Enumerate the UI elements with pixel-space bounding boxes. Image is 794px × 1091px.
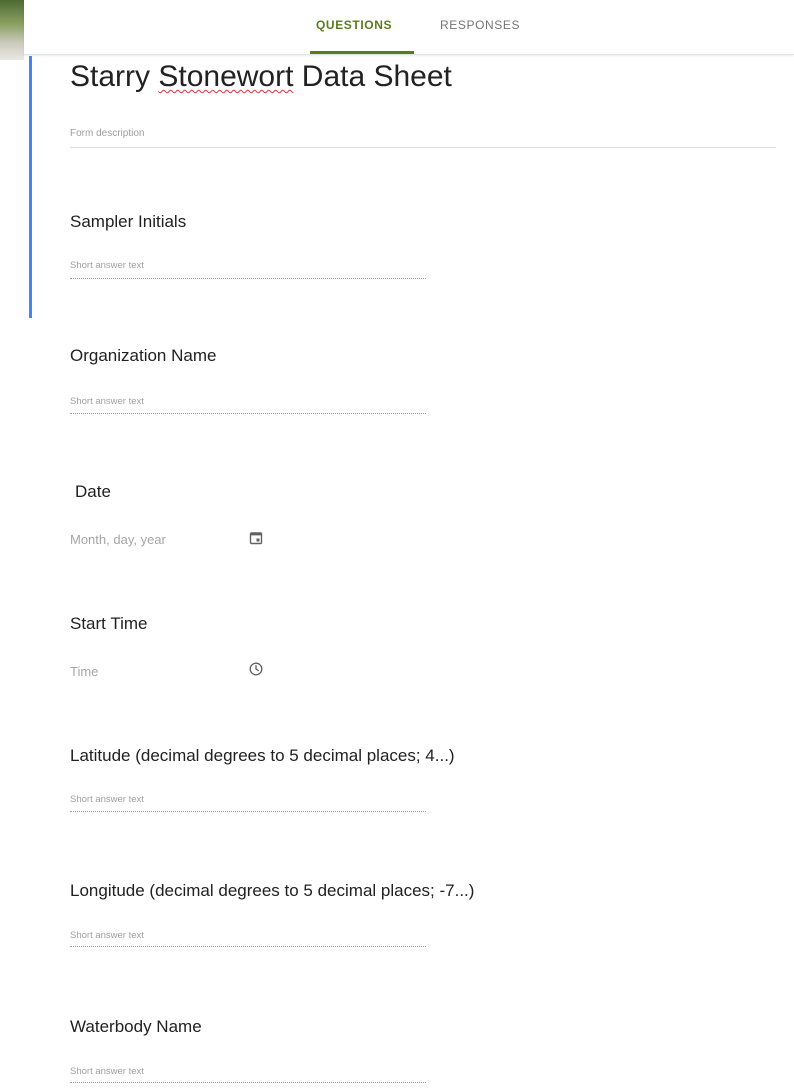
date-placeholder: Month, day, year <box>70 532 166 547</box>
short-answer-line <box>70 413 426 414</box>
calendar-icon <box>249 531 263 545</box>
form-title-part: Data Sheet <box>293 60 452 93</box>
question-title[interactable]: Sampler Initials <box>70 212 186 232</box>
tab-responses[interactable]: RESPONSES <box>440 18 520 32</box>
question-title[interactable]: Organization Name <box>70 346 216 366</box>
tab-bar: QUESTIONS RESPONSES <box>24 0 794 55</box>
short-answer-placeholder: Short answer text <box>70 260 144 271</box>
active-section-indicator <box>29 56 32 318</box>
question-title[interactable]: Longitude (decimal degrees to 5 decimal … <box>70 881 474 901</box>
tab-questions[interactable]: QUESTIONS <box>316 18 392 32</box>
form-title-part: Starry <box>70 60 159 93</box>
question-title[interactable]: Start Time <box>70 614 147 634</box>
short-answer-placeholder: Short answer text <box>70 396 144 407</box>
time-placeholder: Time <box>70 664 99 679</box>
theme-image-strip <box>0 0 24 60</box>
clock-icon <box>249 662 263 676</box>
short-answer-line <box>70 946 426 947</box>
form-description-input[interactable]: Form description <box>70 128 144 139</box>
form-title-misspelled-word: Stonewort <box>158 60 294 93</box>
form-description-underline <box>70 147 776 148</box>
short-answer-placeholder: Short answer text <box>70 794 144 805</box>
short-answer-line <box>70 278 426 279</box>
short-answer-line <box>70 1082 426 1083</box>
short-answer-line <box>70 811 426 812</box>
short-answer-placeholder: Short answer text <box>70 1066 144 1077</box>
question-title[interactable]: Date <box>75 482 111 502</box>
question-title[interactable]: Latitude (decimal degrees to 5 decimal p… <box>70 746 455 766</box>
form-title[interactable]: Starry Stonewort Data Sheet <box>70 60 452 94</box>
short-answer-placeholder: Short answer text <box>70 930 144 941</box>
active-tab-indicator <box>310 51 414 54</box>
question-title[interactable]: Waterbody Name <box>70 1017 202 1037</box>
